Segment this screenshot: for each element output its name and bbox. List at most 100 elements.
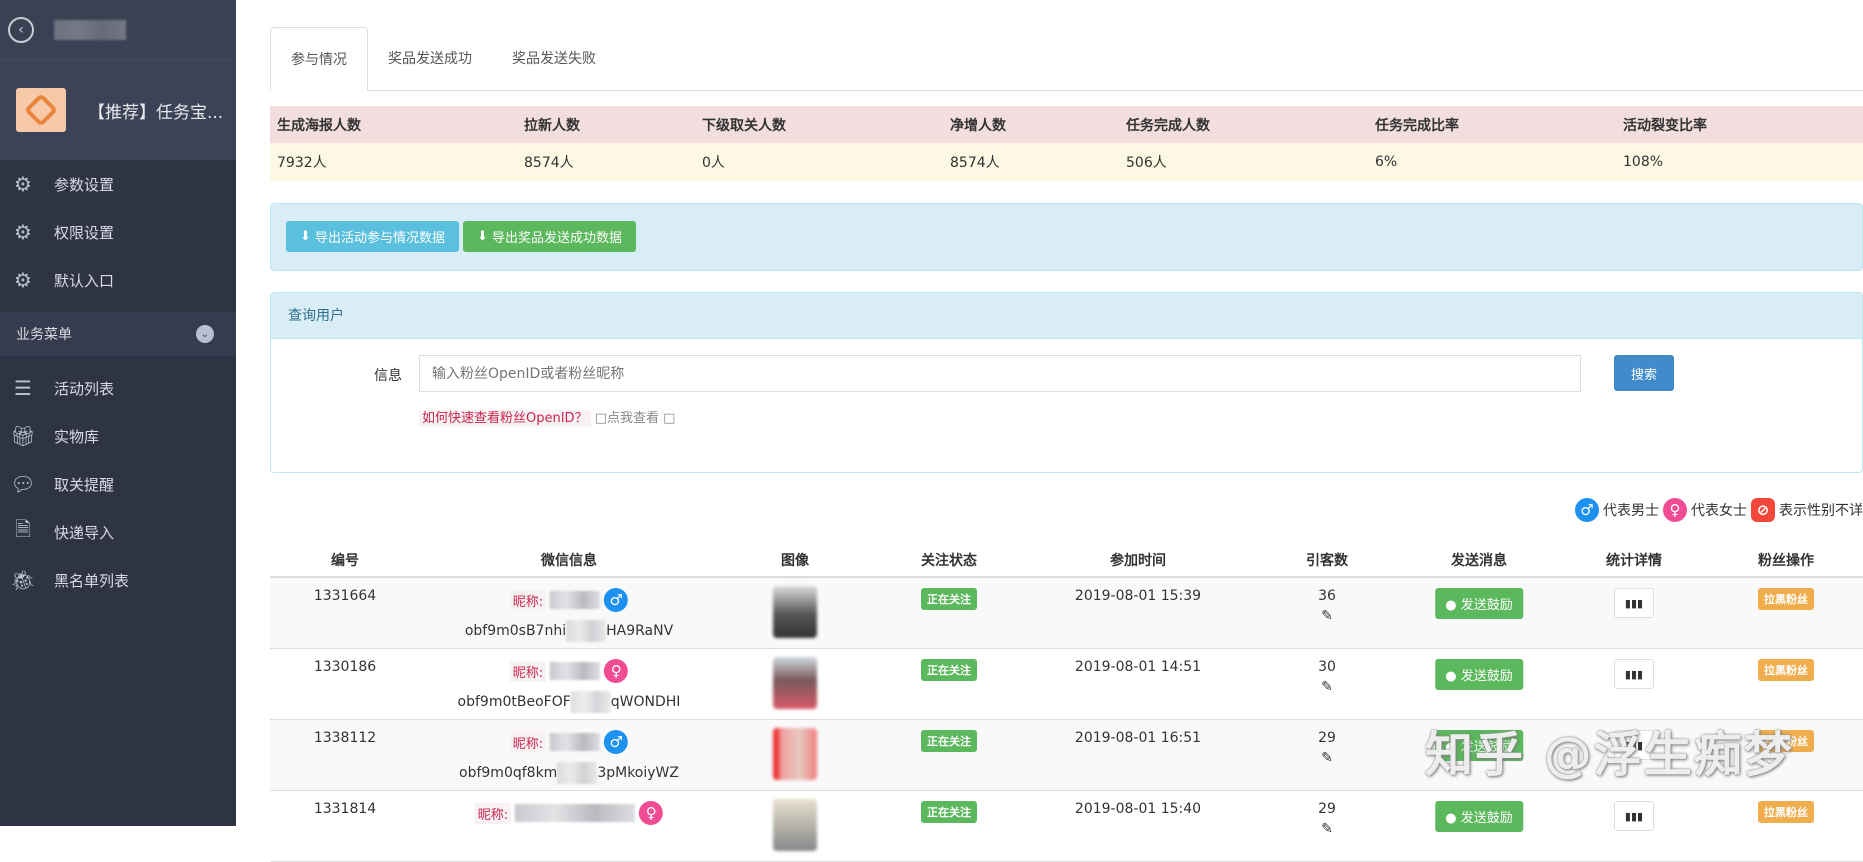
help-link[interactable]: □点我查看 □: [595, 411, 676, 426]
edit-icon[interactable]: ✎: [1321, 608, 1333, 624]
app-header: 【推荐】任务宝...: [0, 60, 236, 160]
sidebar-item-default-entry[interactable]: ⚙ 默认入口: [0, 256, 236, 304]
sidebar-item-label: 参数设置: [54, 175, 115, 194]
fan-id: 1331814: [313, 801, 377, 817]
tab-prize-success[interactable]: 奖品发送成功: [368, 27, 492, 91]
sidebar-item-express-import[interactable]: 🗎 快递导入: [0, 508, 236, 556]
download-icon: ⬇: [477, 229, 488, 244]
join-time: 2019-08-01 16:51: [1074, 730, 1202, 746]
edit-icon[interactable]: ✎: [1321, 679, 1333, 695]
sidebar-item-activities[interactable]: ☰ 活动列表: [0, 364, 236, 412]
sidebar-item-label: 权限设置: [54, 223, 115, 242]
openid-part: 3pMkoiyWZ: [597, 765, 679, 781]
gear-icon: ⚙: [14, 268, 32, 292]
export-prize-success-button[interactable]: ⬇ 导出奖品发送成功数据: [463, 221, 636, 252]
info-label: 信息: [374, 368, 402, 384]
export-participation-button[interactable]: ⬇ 导出活动参与情况数据: [286, 221, 459, 252]
comment-icon: ●: [1445, 669, 1457, 684]
female-icon: ♀: [604, 659, 629, 683]
send-encourage-button[interactable]: ● 发送鼓励: [1435, 659, 1523, 690]
nickname-label: 昵称:: [509, 589, 547, 611]
bar-chart-icon: ▮▮▮: [1624, 809, 1644, 823]
send-encourage-button[interactable]: ● 发送鼓励: [1435, 801, 1523, 832]
block-fan-button[interactable]: 拉黑粉丝: [1758, 588, 1814, 610]
sidebar-item-goods[interactable]: 🎁︎ 实物库: [0, 412, 236, 460]
back-icon[interactable]: ‹: [8, 16, 34, 43]
button-label: 发送鼓励: [1460, 598, 1513, 613]
blurred-openid: [557, 762, 598, 784]
section-label: 业务菜单: [16, 327, 72, 343]
fans-table: 编号 微信信息 图像 关注状态 参加时间 引客数 发送消息 统计详情 粉丝操作 1331664 …: [270, 540, 1863, 862]
wechat-nickname: 昵称: ♀: [474, 801, 664, 825]
legend-male: 代表男士: [1603, 503, 1659, 519]
table-row: 1331664 昵称: ♂ obf9m0sB7nhi HA9RaNV 正在关注 20…: [270, 578, 1863, 649]
avatar: [773, 799, 817, 851]
sidebar-item-unfollow-alert[interactable]: 💬︎ 取关提醒: [0, 460, 236, 508]
comments-icon: 💬︎: [10, 472, 36, 496]
block-fan-button[interactable]: 拉黑粉丝: [1758, 659, 1814, 681]
openid-part: obf9m0tBeoFOF: [457, 694, 571, 710]
stats-value: 0人: [702, 155, 725, 171]
fan-id: 1330186: [313, 659, 377, 675]
file-icon: 🗎: [14, 517, 32, 541]
sidebar-item-label: 活动列表: [54, 379, 115, 398]
openid: obf9m0tBeoFOF qWONDHI: [457, 691, 681, 713]
stats-header: 任务完成比率: [1375, 117, 1459, 134]
avatar: [773, 657, 817, 709]
sidebar-item-params[interactable]: ⚙ 参数设置: [0, 160, 236, 208]
sidebar-item-permissions[interactable]: ⚙ 权限设置: [0, 208, 236, 256]
stats-value: 108%: [1623, 154, 1664, 170]
wechat-nickname: 昵称: ♀: [509, 659, 629, 683]
openid-part: qWONDHI: [610, 694, 681, 710]
app-name: 【推荐】任务宝...: [88, 102, 224, 123]
button-label: 发送鼓励: [1460, 669, 1513, 684]
button-label: 发送鼓励: [1460, 811, 1513, 826]
stats-detail-button[interactable]: ▮▮▮: [1614, 659, 1654, 689]
blurred-openid: [566, 620, 607, 642]
blurred-nickname: [550, 733, 601, 751]
referral-count: 30: [1318, 659, 1336, 675]
avatar: [773, 728, 817, 780]
edit-icon[interactable]: ✎: [1321, 750, 1333, 766]
send-encourage-button[interactable]: ● 发送鼓励: [1435, 588, 1523, 619]
column-header: 图像: [781, 553, 809, 569]
female-icon: ♀: [639, 801, 664, 825]
follow-status-badge: 正在关注: [921, 588, 977, 610]
tab-participation[interactable]: 参与情况: [270, 27, 368, 91]
join-time: 2019-08-01 15:40: [1074, 801, 1202, 817]
block-fan-button[interactable]: 拉黑粉丝: [1758, 801, 1814, 823]
query-panel: 查询用户 信息 搜索 如何快速查看粉丝OpenID？ □点我查看 □: [270, 292, 1863, 473]
sidebar-section-business[interactable]: 业务菜单 ⌄: [0, 312, 236, 356]
edit-icon[interactable]: ✎: [1321, 821, 1333, 837]
female-icon: ♀: [1663, 498, 1687, 522]
sidebar-item-blacklist[interactable]: 🐞︎ 黑名单列表: [0, 556, 236, 604]
gender-legend: ♂ 代表男士 ♀ 代表女士 ⊘ 表示性别不详: [1575, 498, 1863, 522]
stats-table: 生成海报人数 拉新人数 下级取关人数 净增人数 任务完成人数 任务完成比率 活动裂变比率 7…: [270, 106, 1863, 181]
search-input[interactable]: [419, 355, 1581, 392]
follow-status-badge: 正在关注: [921, 659, 977, 681]
gift-icon: 🎁︎: [10, 424, 36, 448]
stats-value: 7932人: [277, 155, 327, 171]
male-icon: ♂: [1575, 498, 1599, 522]
stats-detail-button[interactable]: ▮▮▮: [1614, 588, 1654, 618]
sidebar-item-label: 取关提醒: [54, 475, 115, 494]
stats-value: 506人: [1126, 155, 1167, 171]
bug-icon: 🐞︎: [10, 568, 36, 592]
wechat-nickname: 昵称: ♂: [509, 588, 629, 612]
sidebar-item-label: 快递导入: [54, 523, 115, 542]
bar-chart-icon: ▮▮▮: [1624, 667, 1644, 681]
watermark: 知乎 @浮生痴梦: [1425, 727, 1794, 783]
comment-icon: ●: [1445, 811, 1457, 826]
referral-count: 29: [1318, 801, 1336, 817]
column-header: 粉丝操作: [1758, 553, 1814, 569]
button-label: 导出活动参与情况数据: [314, 231, 445, 246]
tab-prize-failed[interactable]: 奖品发送失败: [492, 27, 616, 91]
openid-part: obf9m0qf8km: [459, 765, 558, 781]
follow-status-badge: 正在关注: [921, 801, 977, 823]
search-button[interactable]: 搜索: [1614, 355, 1674, 391]
table-header: 编号 微信信息 图像 关注状态 参加时间 引客数 发送消息 统计详情 粉丝操作: [270, 540, 1863, 578]
list-icon: ☰: [14, 376, 32, 400]
stats-detail-button[interactable]: ▮▮▮: [1614, 801, 1654, 831]
bar-chart-icon: ▮▮▮: [1624, 596, 1644, 610]
blurred-nickname: [515, 804, 636, 822]
